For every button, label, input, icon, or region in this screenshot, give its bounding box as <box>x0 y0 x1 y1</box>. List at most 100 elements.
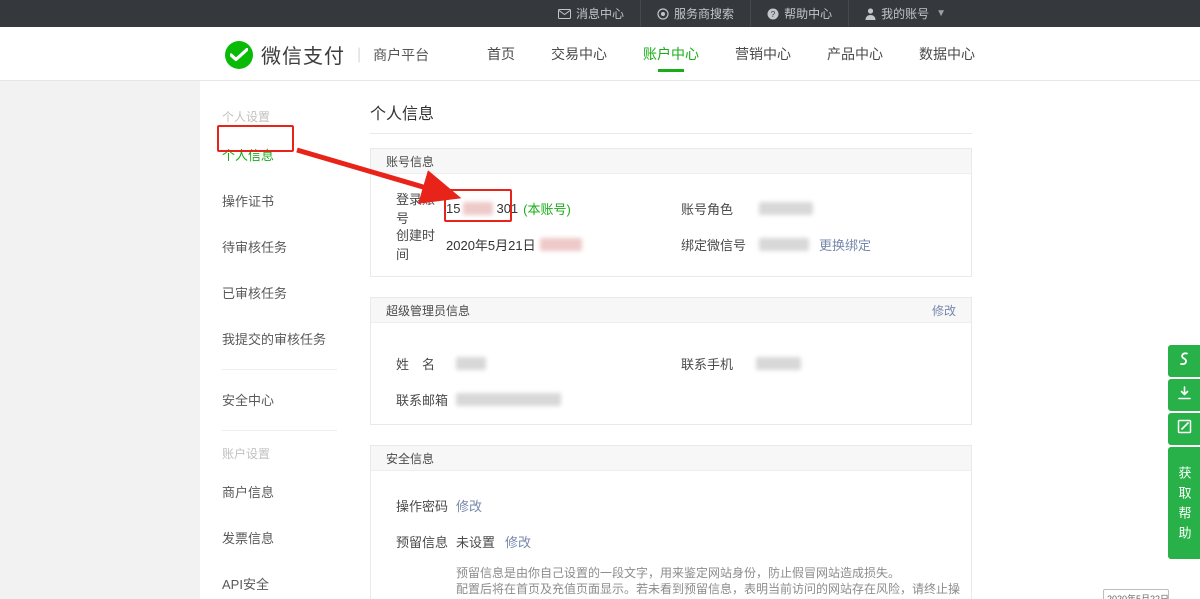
topbar-item-messages[interactable]: 消息中心 <box>542 0 640 27</box>
sidebar: 个人设置 个人信息 操作证书 待审核任务 已审核任务 我提交的审核任务 安全中心… <box>200 81 345 599</box>
brand: 微信支付 | 商户平台 <box>225 40 429 69</box>
chevron-down-icon: ▼ <box>936 8 946 19</box>
topbar-item-provider-search[interactable]: 服务商搜索 <box>640 0 750 27</box>
nav-item-home[interactable]: 首页 <box>478 27 524 81</box>
login-account-label: 登录账号 <box>396 189 446 227</box>
login-account-field: 登录账号 15 301 (本账号) <box>396 189 681 227</box>
redacted-admin-phone <box>756 357 801 370</box>
security-row-1: 操作密码 修改 <box>371 487 971 523</box>
created-time-field: 创建时间 2020年5月21日 <box>396 225 681 263</box>
sidebar-item-api-security[interactable]: API安全 <box>222 568 345 599</box>
reserved-info-value: 未设置 <box>456 532 495 551</box>
bound-wechat-field: 绑定微信号 更换绑定 <box>681 235 871 254</box>
sidebar-item-my-submitted-review-tasks[interactable]: 我提交的审核任务 <box>222 323 345 354</box>
super-admin-panel-header: 超级管理员信息 修改 <box>371 298 971 323</box>
sidebar-item-invoice-info[interactable]: 发票信息 <box>222 522 345 553</box>
created-date: 2020年5月21日 <box>446 235 536 254</box>
edit-admin-link[interactable]: 修改 <box>932 302 956 319</box>
topbar-item-label: 我的账号 <box>881 5 929 22</box>
nav-item-account-center[interactable]: 账户中心 <box>634 27 708 81</box>
admin-row-1: 姓 名 联系手机 <box>371 345 971 381</box>
topbar: 消息中心 服务商搜索 ? 帮助中心 我的账号 ▼ <box>0 0 1200 27</box>
sidebar-item-operation-certificate[interactable]: 操作证书 <box>222 185 345 216</box>
mail-icon <box>558 9 571 19</box>
current-account-tag: (本账号) <box>523 199 571 218</box>
rebind-link[interactable]: 更换绑定 <box>819 235 871 254</box>
account-role-field: 账号角色 <box>681 199 813 218</box>
login-account-suffix: 301 <box>496 201 518 216</box>
nav-item-transaction-center[interactable]: 交易中心 <box>542 27 616 81</box>
nav-item-marketing-center[interactable]: 营销中心 <box>726 27 800 81</box>
admin-row-2: 联系邮箱 <box>371 381 971 417</box>
login-account-prefix: 15 <box>446 201 460 216</box>
section-title: 安全信息 <box>386 450 434 467</box>
redacted-admin-email <box>456 393 561 406</box>
section-title: 超级管理员信息 <box>386 302 470 319</box>
user-icon <box>865 8 876 20</box>
redacted-admin-name <box>456 357 486 370</box>
reserved-info-label: 预留信息 <box>396 532 456 551</box>
brand-portal-label: 商户平台 <box>373 45 429 65</box>
download-button[interactable] <box>1168 379 1200 411</box>
main-nav: 首页 交易中心 账户中心 营销中心 产品中心 数据中心 <box>460 27 984 81</box>
sidebar-item-personal-info[interactable]: 个人信息 <box>222 139 345 170</box>
super-admin-panel: 超级管理员信息 修改 姓 名 联系手机 联系邮箱 <box>370 297 972 425</box>
operation-password-field: 操作密码 修改 <box>396 496 482 515</box>
operation-password-label: 操作密码 <box>396 496 456 515</box>
link-icon <box>1177 351 1191 372</box>
sidebar-item-reviewed-tasks[interactable]: 已审核任务 <box>222 277 345 308</box>
main-content: 个人信息 账号信息 登录账号 15 301 (本账号) 账号角色 <box>345 81 1200 599</box>
sidebar-item-merchant-info[interactable]: 商户信息 <box>222 476 345 507</box>
page-title: 个人信息 <box>370 100 434 124</box>
topbar-item-label: 帮助中心 <box>784 5 832 22</box>
topbar-item-help-center[interactable]: ? 帮助中心 <box>750 0 848 27</box>
search-icon <box>657 8 669 20</box>
admin-name-label: 姓 名 <box>396 354 456 373</box>
admin-name-field: 姓 名 <box>396 354 681 373</box>
redacted-wechat-id <box>759 238 809 251</box>
svg-text:?: ? <box>771 10 776 19</box>
left-gutter <box>0 81 200 599</box>
reserved-info-notes: 预留信息是由你自己设置的一段文字，用来鉴定网站身份，防止假冒网站造成损失。 配置… <box>371 565 971 599</box>
topbar-item-label: 服务商搜索 <box>674 5 734 22</box>
section-title: 账号信息 <box>386 153 434 170</box>
feedback-button[interactable] <box>1168 413 1200 445</box>
topbar-item-label: 消息中心 <box>576 5 624 22</box>
help-icon: ? <box>767 8 779 20</box>
topbar-menu: 消息中心 服务商搜索 ? 帮助中心 我的账号 ▼ <box>542 0 962 27</box>
account-info-panel-header: 账号信息 <box>371 149 971 174</box>
edit-password-link[interactable]: 修改 <box>456 496 482 515</box>
edit-icon <box>1177 419 1192 439</box>
admin-phone-field: 联系手机 <box>681 354 801 373</box>
sidebar-divider <box>222 430 337 431</box>
reserved-info-field: 预留信息 未设置 修改 <box>396 532 531 551</box>
nav-item-data-center[interactable]: 数据中心 <box>910 27 984 81</box>
account-row-2: 创建时间 2020年5月21日 绑定微信号 更换绑定 <box>371 226 971 262</box>
title-divider <box>370 133 972 134</box>
sidebar-item-security-center[interactable]: 安全中心 <box>222 384 345 415</box>
redacted-created-time <box>540 238 582 251</box>
account-info-panel: 账号信息 登录账号 15 301 (本账号) 账号角色 创建时间 2 <box>370 148 972 277</box>
account-role-label: 账号角色 <box>681 199 759 218</box>
header: 微信支付 | 商户平台 首页 交易中心 账户中心 营销中心 产品中心 数据中心 <box>0 27 1200 81</box>
admin-email-label: 联系邮箱 <box>396 390 456 409</box>
note-line: 预留信息是由你自己设置的一段文字，用来鉴定网站身份，防止假冒网站造成损失。 <box>456 565 971 581</box>
security-info-panel-header: 安全信息 <box>371 446 971 471</box>
admin-email-field: 联系邮箱 <box>396 390 681 409</box>
created-time-value: 2020年5月21日 <box>446 235 582 254</box>
topbar-item-my-account[interactable]: 我的账号 ▼ <box>848 0 962 27</box>
floating-action-bar: 获取帮助 <box>1168 345 1200 559</box>
wechat-pay-logo-icon <box>225 41 253 69</box>
date-tooltip: 2020年5月22日 <box>1103 589 1169 599</box>
sidebar-divider <box>222 369 337 370</box>
sidebar-item-pending-review-tasks[interactable]: 待审核任务 <box>222 231 345 262</box>
created-time-label: 创建时间 <box>396 225 446 263</box>
account-row-1: 登录账号 15 301 (本账号) 账号角色 <box>371 190 971 226</box>
edit-reserved-info-link[interactable]: 修改 <box>505 532 531 551</box>
get-help-button[interactable]: 获取帮助 <box>1168 447 1200 559</box>
link-button[interactable] <box>1168 345 1200 377</box>
note-line: 配置后将在首页及充值页面显示。若未看到预留信息，表明当前访问的网站存在风险，请终… <box>456 581 971 599</box>
brand-name: 微信支付 <box>261 40 345 69</box>
nav-item-product-center[interactable]: 产品中心 <box>818 27 892 81</box>
redacted-account-role <box>759 202 813 215</box>
